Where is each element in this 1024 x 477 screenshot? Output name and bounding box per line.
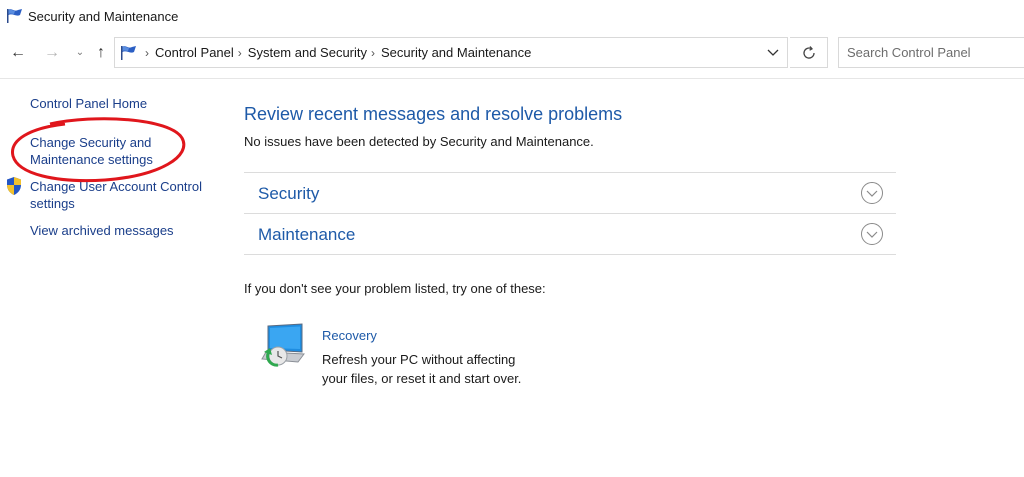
refresh-icon[interactable]	[790, 37, 828, 68]
header-divider	[0, 78, 1024, 79]
chevron-down-circle-icon[interactable]	[860, 181, 884, 210]
arrow-left-icon[interactable]: ←	[8, 43, 28, 63]
chevron-right-icon[interactable]: ›	[238, 46, 242, 60]
breadcrumb-item-security-and-maintenance[interactable]: Security and Maintenance	[381, 45, 531, 60]
sidebar-item-control-panel-home[interactable]: Control Panel Home	[30, 95, 147, 112]
chevron-down-circle-icon[interactable]	[860, 222, 884, 251]
chevron-right-icon[interactable]: ›	[145, 46, 149, 60]
section-maintenance[interactable]: Maintenance	[244, 213, 896, 255]
section-label: Security	[258, 184, 320, 203]
recovery-link[interactable]: Recovery	[322, 328, 377, 343]
sidebar-item-label: settings	[30, 196, 75, 211]
title-bar: Security and Maintenance	[0, 0, 1024, 34]
sidebar-item-view-archived-messages[interactable]: View archived messages	[30, 222, 174, 239]
recovery-pc-icon	[256, 322, 308, 373]
troubleshoot-hint: If you don't see your problem listed, tr…	[244, 281, 546, 296]
arrow-up-icon[interactable]: ↑	[91, 43, 111, 63]
chevron-right-icon[interactable]: ›	[371, 46, 375, 60]
annotation-oval	[11, 117, 186, 183]
breadcrumb-item-system-and-security[interactable]: System and Security	[248, 45, 367, 60]
status-message: No issues have been detected by Security…	[244, 134, 594, 149]
breadcrumb-item-control-panel[interactable]: Control Panel	[155, 45, 234, 60]
chevron-down-icon[interactable]: ⌄	[70, 43, 90, 63]
page-title: Review recent messages and resolve probl…	[244, 104, 623, 124]
arrow-right-icon[interactable]: →	[42, 43, 62, 63]
address-bar[interactable]: › Control Panel › System and Security › …	[114, 37, 788, 68]
window-title: Security and Maintenance	[28, 9, 179, 24]
search-input[interactable]	[838, 37, 1024, 68]
address-dropdown-icon[interactable]	[766, 45, 780, 59]
recovery-description-line: Refresh your PC without affecting	[322, 352, 516, 367]
control-panel-flag-icon	[6, 8, 24, 29]
recovery-description: Refresh your PC without affecting your f…	[322, 350, 542, 388]
control-panel-flag-icon	[120, 45, 138, 66]
breadcrumb: › Control Panel › System and Security › …	[145, 38, 531, 67]
recovery-description-line: your files, or reset it and start over.	[322, 371, 522, 386]
section-security[interactable]: Security	[244, 172, 896, 213]
section-label: Maintenance	[258, 225, 356, 244]
